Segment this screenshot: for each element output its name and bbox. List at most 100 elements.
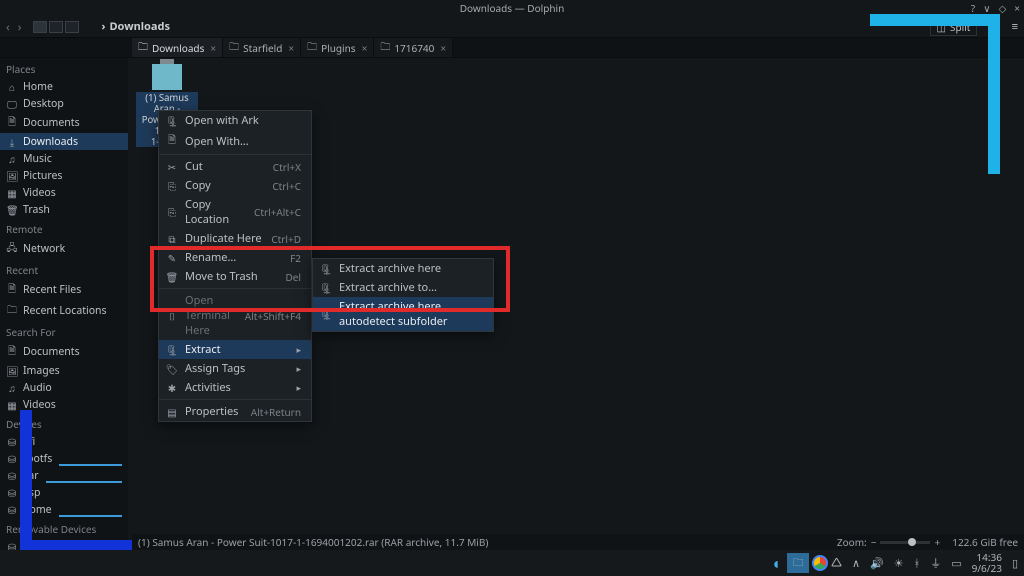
close-tab-icon[interactable]: × — [288, 41, 294, 55]
forward-button[interactable]: › — [18, 18, 22, 35]
ctx-properties[interactable]: ▤PropertiesAlt+Return — [159, 402, 311, 421]
ctx-activities[interactable]: ✱Activities▸ — [159, 378, 311, 397]
tab-1716740[interactable]: 🗀1716740× — [374, 38, 453, 57]
tray-update-icon[interactable]: 🛆 — [831, 554, 842, 573]
toolbar: ‹ › › Downloads ◫ Split ⌕ ≡ — [0, 16, 1024, 38]
sidebar-item-search-videos[interactable]: ▦Videos — [0, 396, 128, 413]
breadcrumb-current: Downloads — [109, 19, 170, 34]
home-icon: ⌂ — [6, 80, 18, 94]
sidebar-item-efi[interactable]: ⛁efi — [0, 433, 128, 450]
copy-icon: ⎘ — [165, 179, 179, 193]
activities-icon: ✱ — [165, 381, 179, 395]
videos-icon: ▦ — [6, 398, 18, 412]
sidebar-item-search-audio[interactable]: ♫Audio — [0, 379, 128, 396]
section-search: Search For — [0, 321, 128, 341]
maximize-icon[interactable]: ◇ — [999, 1, 1007, 15]
copy-location-icon: ⎘ — [165, 205, 179, 219]
sidebar-item-rootfs[interactable]: ⛁rootfs — [0, 450, 128, 467]
tray-battery-icon[interactable]: ▭ — [951, 556, 961, 571]
back-button[interactable]: ‹ — [6, 18, 10, 35]
context-menu: 🗜Open with Ark 🗎Open With… ✂CutCtrl+X ⎘C… — [158, 110, 312, 422]
tray-bluetooth-icon[interactable]: ᚼ — [914, 556, 921, 571]
ctx-copy[interactable]: ⎘CopyCtrl+C — [159, 176, 311, 195]
close-tab-icon[interactable]: × — [440, 41, 446, 55]
free-space: 122.6 GiB free — [952, 535, 1018, 549]
tray-caret-icon[interactable]: ∧ — [852, 556, 860, 571]
details-view-button[interactable] — [65, 21, 79, 33]
zoom-in-icon[interactable]: + — [934, 535, 940, 549]
disk-icon: ⛁ — [6, 469, 18, 483]
ctx-extract-auto[interactable]: 🗜Extract archive here, autodetect subfol… — [313, 297, 493, 331]
disk-icon: ⛁ — [6, 435, 18, 449]
disk-icon: ⛁ — [6, 452, 18, 466]
minimize-icon[interactable]: ∨ — [983, 1, 990, 15]
sidebar-item-videos[interactable]: ▦Videos — [0, 184, 128, 201]
usage-bar — [59, 515, 122, 517]
extract-icon: 🗜 — [319, 262, 333, 276]
section-devices: Devices — [0, 413, 128, 433]
close-tab-icon[interactable]: × — [362, 41, 368, 55]
ctx-extract[interactable]: 🗜Extract▸ — [159, 340, 311, 359]
ctx-trash[interactable]: 🗑Move to TrashDel — [159, 267, 311, 286]
tray-brightness-icon[interactable]: ☀ — [894, 556, 904, 571]
ctx-open-ark[interactable]: 🗜Open with Ark — [159, 111, 311, 130]
tray-volume-icon[interactable]: 🔊 — [870, 556, 884, 571]
app-launcher-icon[interactable]: ◖ — [765, 553, 787, 573]
ctx-copy-location[interactable]: ⎘Copy LocationCtrl+Alt+C — [159, 195, 311, 229]
sidebar-item-search-documents[interactable]: 🗎Documents — [0, 341, 128, 362]
ctx-open-with[interactable]: 🗎Open With… — [159, 130, 311, 152]
close-tab-icon[interactable]: × — [210, 41, 216, 55]
sidebar-item-pictures[interactable]: 🖼Pictures — [0, 167, 128, 184]
sidebar-item-home-device[interactable]: ⛁home — [0, 501, 128, 518]
context-submenu-extract: 🗜Extract archive here 🗜Extract archive t… — [312, 258, 494, 332]
audio-icon: ♫ — [6, 381, 18, 395]
archive-icon — [152, 64, 182, 90]
taskbar-chrome[interactable] — [809, 553, 831, 573]
sidebar-item-search-images[interactable]: 🖼Images — [0, 362, 128, 379]
sidebar-item-recent-files[interactable]: 🗎Recent Files — [0, 279, 128, 300]
chevron-right-icon: › — [101, 19, 105, 34]
ctx-open-terminal[interactable]: ⌷Open Terminal HereAlt+Shift+F4 — [159, 291, 311, 340]
archive-icon: 🗜 — [165, 114, 179, 128]
ctx-duplicate[interactable]: ⧉Duplicate HereCtrl+D — [159, 229, 311, 248]
clock[interactable]: 14:36 9/6/23 — [972, 552, 1002, 574]
sidebar-item-downloads[interactable]: ⤓Downloads — [0, 133, 128, 150]
zoom-out-icon[interactable]: − — [871, 535, 877, 549]
ctx-extract-here[interactable]: 🗜Extract archive here — [313, 259, 493, 278]
icon-view-button[interactable] — [33, 21, 47, 33]
ctx-cut[interactable]: ✂CutCtrl+X — [159, 157, 311, 176]
sidebar-item-music[interactable]: ♫Music — [0, 150, 128, 167]
sidebar-item-esp[interactable]: ⛁esp — [0, 484, 128, 501]
folder-icon: 🗀 — [380, 39, 390, 57]
ctx-rename[interactable]: ✎Rename…F2 — [159, 248, 311, 267]
sidebar-item-basic-data[interactable]: ⛁basic data partition — [0, 538, 128, 550]
close-icon[interactable]: × — [1014, 1, 1020, 15]
split-button[interactable]: ◫ Split — [930, 18, 978, 36]
tab-starfield[interactable]: 🗀Starfield× — [223, 38, 301, 57]
zoom-slider[interactable] — [880, 541, 930, 544]
images-icon: 🖼 — [6, 364, 18, 378]
sidebar-item-var[interactable]: ⛁var — [0, 467, 128, 484]
ctx-assign-tags[interactable]: 🏷Assign Tags▸ — [159, 359, 311, 378]
tab-plugins[interactable]: 🗀Plugins× — [301, 38, 374, 57]
tab-downloads[interactable]: 🗀Downloads× — [132, 38, 223, 57]
sidebar-item-recent-locations[interactable]: 🗀Recent Locations — [0, 300, 128, 321]
window-title: Downloads — Dolphin — [460, 1, 565, 15]
sidebar-item-documents[interactable]: 🗎Documents — [0, 112, 128, 133]
sidebar-item-desktop[interactable]: 🖵Desktop — [0, 95, 128, 112]
sidebar-item-home[interactable]: ⌂Home — [0, 78, 128, 95]
tray-network-icon[interactable]: ⏚ — [930, 555, 941, 571]
breadcrumb[interactable]: › Downloads — [101, 19, 170, 34]
tray-peek-icon[interactable]: ▯ — [1012, 556, 1018, 571]
sidebar-item-trash[interactable]: 🗑Trash — [0, 201, 128, 218]
help-icon[interactable]: ? — [971, 1, 975, 15]
menu-button[interactable]: ≡ — [1012, 19, 1018, 34]
extract-icon: 🗜 — [319, 281, 333, 295]
folder-icon: 🗀 — [138, 39, 148, 57]
ctx-extract-to[interactable]: 🗜Extract archive to… — [313, 278, 493, 297]
taskbar-dolphin[interactable]: 🗀 — [787, 553, 809, 573]
properties-icon: ▤ — [165, 405, 179, 419]
sidebar-item-network[interactable]: 🖧Network — [0, 238, 128, 259]
compact-view-button[interactable] — [49, 21, 63, 33]
search-icon[interactable]: ⌕ — [991, 19, 997, 34]
